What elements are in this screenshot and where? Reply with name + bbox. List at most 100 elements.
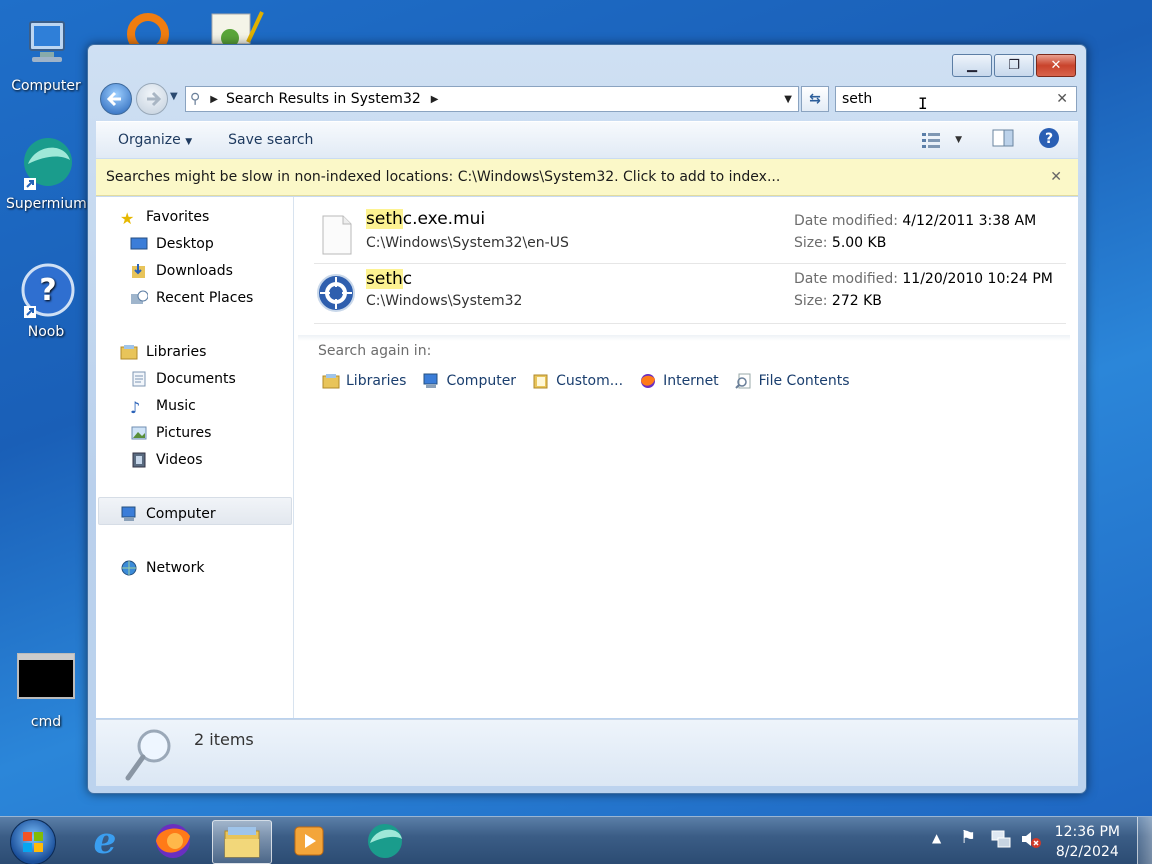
result-size-label: Size:: [794, 293, 828, 309]
firefox-icon: [156, 824, 190, 858]
desktop-icon-label: Noob: [27, 324, 65, 340]
volume-muted-icon[interactable]: [1020, 829, 1042, 853]
organize-button[interactable]: Organize ▼: [118, 132, 192, 148]
desktop-icon-computer[interactable]: Computer: [6, 16, 86, 94]
computer-icon: [16, 16, 76, 76]
recent-pages-dropdown[interactable]: ▼: [170, 91, 178, 102]
show-desktop-button[interactable]: [1137, 817, 1152, 864]
file-document-icon: [322, 215, 352, 255]
close-icon: ✕: [1050, 58, 1062, 73]
result-name-match: seth: [366, 269, 403, 289]
libraries-icon: [120, 345, 138, 360]
search-again-custom[interactable]: Custom...: [532, 373, 623, 389]
desktop-icon-supermium[interactable]: Supermium: [6, 134, 87, 212]
taskbar-media-player[interactable]: [280, 820, 338, 862]
sethc-app-icon: [317, 274, 355, 312]
result-item[interactable]: sethc C:\Windows\System32 Date modified:…: [314, 265, 1066, 324]
clear-search-icon[interactable]: ✕: [1056, 91, 1068, 107]
explorer-window: ▁ ❐ ✕ ▼ ⚲ ▶ Search Results in System32 ▶…: [87, 44, 1087, 794]
network-tray-icon[interactable]: [990, 829, 1012, 853]
save-search-button[interactable]: Save search: [228, 132, 313, 148]
result-path: C:\Windows\System32\en-US: [366, 235, 569, 251]
nav-item-libraries[interactable]: Libraries: [120, 344, 206, 360]
forward-button[interactable]: [136, 83, 168, 115]
nav-item-music[interactable]: ♪ Music: [130, 398, 196, 417]
info-bar[interactable]: Searches might be slow in non-indexed lo…: [96, 159, 1078, 196]
breadcrumb-chevron-icon[interactable]: ▶: [210, 94, 218, 105]
action-center-flag-icon[interactable]: ⚑: [960, 827, 976, 848]
orange-ring-icon: [127, 13, 169, 55]
supermium-icon: [368, 824, 402, 858]
result-size: 272 KB: [831, 293, 882, 309]
result-name-match: seth: [366, 209, 403, 229]
nav-item-pictures[interactable]: Pictures: [130, 425, 211, 441]
svg-text:?: ?: [39, 273, 56, 308]
result-date: 4/12/2011 3:38 AM: [902, 213, 1037, 229]
music-note-icon: ♪: [130, 398, 141, 417]
result-item[interactable]: sethc.exe.mui C:\Windows\System32\en-US …: [314, 205, 1066, 264]
minimize-button[interactable]: ▁: [952, 54, 992, 77]
notepad-icon: [211, 11, 264, 47]
refresh-icon: ⇆: [809, 91, 821, 107]
restore-icon: ❐: [1008, 58, 1020, 73]
nav-item-documents[interactable]: Documents: [130, 371, 236, 387]
nav-item-downloads[interactable]: Downloads: [130, 263, 233, 279]
libraries-icon: [322, 374, 340, 389]
address-bar[interactable]: ⚲ ▶ Search Results in System32 ▶ ▼: [185, 86, 799, 112]
nav-item-network[interactable]: Network: [120, 560, 204, 576]
search-again-internet[interactable]: Internet: [639, 373, 719, 389]
forward-arrow-icon: [147, 91, 162, 107]
taskbar-internet-explorer[interactable]: e: [76, 820, 134, 862]
desktop-icon-noob[interactable]: ? Noob: [6, 262, 86, 340]
show-hidden-icons-button[interactable]: ▲: [932, 831, 941, 845]
search-box[interactable]: ✕: [835, 86, 1077, 112]
help-button[interactable]: ?: [1038, 127, 1060, 153]
search-again-file-contents[interactable]: File Contents: [734, 373, 850, 389]
nav-item-computer[interactable]: Computer: [120, 506, 216, 522]
computer-icon: [423, 373, 438, 388]
maximize-button[interactable]: ❐: [994, 54, 1034, 77]
nav-item-desktop[interactable]: Desktop: [130, 236, 214, 252]
search-input[interactable]: [840, 90, 1044, 108]
item-count: 2 items: [194, 730, 254, 749]
refresh-button[interactable]: ⇆: [801, 86, 829, 112]
close-button[interactable]: ✕: [1036, 54, 1076, 77]
taskbar-explorer[interactable]: [212, 820, 272, 864]
preview-pane-icon: [992, 129, 1014, 147]
search-again-computer[interactable]: Computer: [422, 373, 516, 389]
taskbar-clock[interactable]: 12:36 PM 8/2/2024: [1055, 822, 1120, 862]
internet-explorer-icon: e: [93, 820, 117, 862]
result-date-label: Date modified:: [794, 271, 898, 287]
back-button[interactable]: [100, 83, 132, 115]
result-name-rest: c: [402, 269, 413, 289]
svg-text:?: ?: [1045, 131, 1053, 147]
nav-item-recent-places[interactable]: Recent Places: [130, 290, 253, 306]
breadcrumb-search-results[interactable]: Search Results in System32: [226, 91, 421, 107]
search-again-separator: [298, 335, 1070, 341]
close-infobar-icon[interactable]: ✕: [1050, 169, 1062, 185]
search-again-libraries[interactable]: Libraries: [322, 373, 406, 389]
desktop-icon-orange-ring[interactable]: [126, 8, 170, 55]
info-bar-text: Searches might be slow in non-indexed lo…: [106, 169, 781, 185]
result-size: 5.00 KB: [831, 235, 887, 251]
search-magnifier-icon: [125, 729, 171, 781]
result-name-rest: c.exe.mui: [402, 209, 486, 229]
network-icon: [121, 560, 137, 576]
taskbar-supermium[interactable]: [356, 820, 414, 862]
supermium-icon: [16, 134, 76, 194]
desktop-icon-notepad[interactable]: [208, 8, 264, 47]
desktop-icon-label: cmd: [30, 714, 62, 730]
breadcrumb-chevron-icon[interactable]: ▶: [431, 94, 439, 105]
desktop-icon-cmd[interactable]: cmd: [6, 652, 86, 730]
back-arrow-icon: [106, 91, 121, 107]
pictures-icon: [131, 426, 147, 440]
preview-pane-button[interactable]: [992, 129, 1014, 151]
start-button[interactable]: [10, 819, 56, 864]
nav-item-videos[interactable]: Videos: [130, 452, 203, 468]
star-icon: ★: [120, 209, 135, 228]
nav-item-favorites[interactable]: ★ Favorites: [120, 209, 209, 228]
taskbar-firefox[interactable]: [144, 820, 202, 862]
navigation-bar: ▼ ⚲ ▶ Search Results in System32 ▶ ▼ ⇆ ✕: [96, 81, 1078, 115]
address-dropdown-icon[interactable]: ▼: [784, 94, 792, 105]
change-view-button[interactable]: ▼: [921, 131, 962, 149]
